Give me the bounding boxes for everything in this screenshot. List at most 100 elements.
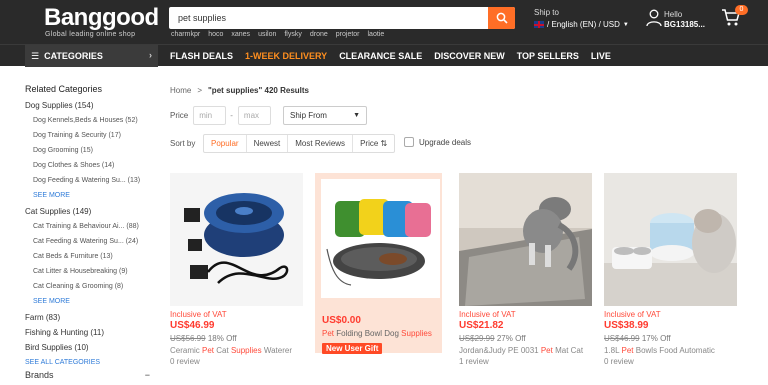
hot-term[interactable]: laotie xyxy=(368,31,385,38)
username: BG13185... xyxy=(664,20,705,29)
hot-term[interactable]: charmkpr xyxy=(171,31,200,38)
nav-live[interactable]: LIVE xyxy=(591,51,611,61)
ship-from-dropdown[interactable]: Ship From ▼ xyxy=(283,106,367,125)
subcategory-item[interactable]: Cat Training & Behaviour Ai... (88) xyxy=(25,219,155,234)
sort-price[interactable]: Price ⇅ xyxy=(353,135,394,152)
nav-discover-new[interactable]: DISCOVER NEW xyxy=(434,51,505,61)
search-input[interactable] xyxy=(169,7,488,29)
subcategory-item[interactable]: Dog Grooming (15) xyxy=(25,143,155,158)
product-price: US$21.82 xyxy=(459,320,504,331)
chevron-down-icon: ▼ xyxy=(353,112,360,119)
user-icon xyxy=(646,9,662,27)
sort-most-reviews[interactable]: Most Reviews xyxy=(288,135,354,152)
new-user-gift-badge: New User Gift xyxy=(322,343,383,354)
subcategory-item[interactable]: Dog Training & Security (17) xyxy=(25,128,155,143)
original-price-row: US$46.99 17% Off xyxy=(604,334,671,343)
upgrade-deals-checkbox[interactable] xyxy=(404,137,414,147)
title-part: Waterer xyxy=(261,346,292,355)
hot-term[interactable]: flysky xyxy=(284,31,302,38)
category-fishing-hunting[interactable]: Fishing & Hunting (11) xyxy=(25,325,155,340)
subcategory-item[interactable]: Cat Cleaning & Grooming (8) xyxy=(25,279,155,294)
search-box xyxy=(169,7,515,29)
brands-filter-header[interactable]: Brands − xyxy=(25,370,150,380)
price-label: Price xyxy=(170,111,189,120)
price-range-dash: - xyxy=(230,111,233,120)
product-title[interactable]: Ceramic Pet Cat Supplies Waterer xyxy=(170,346,303,355)
product-title[interactable]: Pet Folding Bowl Dog Supplies xyxy=(322,329,442,338)
product-image[interactable] xyxy=(459,173,592,306)
title-part: Folding Bowl Dog xyxy=(334,329,402,338)
discount-percent: 18% Off xyxy=(207,334,237,343)
category-dog-supplies[interactable]: Dog Supplies (154) xyxy=(25,98,155,113)
subcategory-item[interactable]: Cat Beds & Furniture (13) xyxy=(25,249,155,264)
review-count: 0 review xyxy=(170,357,200,366)
breadcrumb-home[interactable]: Home xyxy=(170,86,191,95)
discount-percent: 27% Off xyxy=(496,334,526,343)
chevron-down-icon: ▼ xyxy=(622,21,629,28)
product-card[interactable]: Inclusive of VAT US$46.99 US$56.99 18% O… xyxy=(170,173,303,385)
vat-note: Inclusive of VAT xyxy=(604,310,661,319)
folding-bowls-image xyxy=(321,179,440,298)
hot-term[interactable]: projetor xyxy=(336,31,360,38)
product-card[interactable]: Inclusive of VAT US$38.99 US$46.99 17% O… xyxy=(604,173,737,385)
product-image[interactable] xyxy=(170,173,303,306)
product-card[interactable]: Inclusive of VAT US$21.82 US$29.99 27% O… xyxy=(459,173,592,385)
related-categories-title: Related Categories xyxy=(25,84,103,94)
hamburger-icon: ☰ xyxy=(31,50,40,61)
product-image[interactable] xyxy=(604,173,737,306)
subcategory-item[interactable]: Cat Litter & Housebreaking (9) xyxy=(25,264,155,279)
nav-top-sellers[interactable]: TOP SELLERS xyxy=(517,51,579,61)
subcategory-item[interactable]: Dog Kennels,Beds & Houses (52) xyxy=(25,113,155,128)
search-icon xyxy=(496,12,508,24)
nav-1-week-delivery[interactable]: 1-WEEK DELIVERY xyxy=(245,51,327,61)
sort-popular[interactable]: Popular xyxy=(204,135,247,152)
product-title[interactable]: Jordan&Judy PE 0031 Pet Mat Cat xyxy=(459,346,592,355)
original-price: US$46.99 xyxy=(604,334,640,343)
site-logo[interactable]: Banggood xyxy=(44,4,159,32)
price-max-input[interactable]: max xyxy=(237,106,271,125)
hot-term[interactable]: drone xyxy=(310,31,328,38)
main-nav: ☰ CATEGORIES › FLASH DEALS 1-WEEK DELIVE… xyxy=(0,44,768,67)
price-min-input[interactable]: min xyxy=(193,106,227,125)
subcategory-item[interactable]: Cat Feeding & Watering Su... (24) xyxy=(25,234,155,249)
hot-term[interactable]: hoco xyxy=(208,31,223,38)
sort-by-label: Sort by xyxy=(170,139,196,148)
hot-term[interactable]: usilon xyxy=(258,31,276,38)
title-part: Jordan&Judy PE 0031 xyxy=(459,346,541,355)
ship-from-label: Ship From xyxy=(290,111,327,120)
subcategory-item[interactable]: Dog Clothes & Shoes (14) xyxy=(25,158,155,173)
original-price: US$56.99 xyxy=(170,334,206,343)
nav-clearance-sale[interactable]: CLEARANCE SALE xyxy=(339,51,422,61)
product-image[interactable] xyxy=(321,179,440,298)
categories-menu-button[interactable]: ☰ CATEGORIES › xyxy=(25,45,158,67)
title-keyword: Pet xyxy=(202,346,215,355)
sort-newest[interactable]: Newest xyxy=(247,135,289,152)
hot-term[interactable]: xanes xyxy=(231,31,250,38)
ship-to-selector[interactable]: Ship to / English (EN) / USD ▼ xyxy=(534,8,629,29)
title-part: Mat Cat xyxy=(552,346,584,355)
dog-see-more-link[interactable]: SEE MORE xyxy=(25,188,155,204)
upgrade-deals-toggle[interactable]: Upgrade deals xyxy=(404,137,471,147)
title-part: Bowls Food Automatic xyxy=(633,346,715,355)
product-price: US$0.00 xyxy=(322,315,361,326)
see-all-categories-link[interactable]: SEE ALL CATEGORIES xyxy=(25,355,155,371)
categories-label: CATEGORIES xyxy=(44,51,103,61)
title-part: 1.8L xyxy=(604,346,622,355)
original-price: US$29.99 xyxy=(459,334,495,343)
discount-percent: 17% Off xyxy=(641,334,671,343)
search-button[interactable] xyxy=(488,7,515,29)
ship-to-label: Ship to xyxy=(534,8,559,17)
cat-see-more-link[interactable]: SEE MORE xyxy=(25,294,155,310)
review-count: 1 review xyxy=(459,357,489,366)
category-farm[interactable]: Farm (83) xyxy=(25,310,155,325)
product-price: US$46.99 xyxy=(170,320,215,331)
product-title[interactable]: 1.8L Pet Bowls Food Automatic xyxy=(604,346,737,355)
category-cat-supplies[interactable]: Cat Supplies (149) xyxy=(25,204,155,219)
nav-flash-deals[interactable]: FLASH DEALS xyxy=(170,51,233,61)
subcategory-item[interactable]: Dog Feeding & Watering Su... (13) xyxy=(25,173,155,188)
category-bird-supplies[interactable]: Bird Supplies (10) xyxy=(25,340,155,355)
title-keyword: Pet xyxy=(621,346,634,355)
vat-note: Inclusive of VAT xyxy=(170,310,227,319)
product-card[interactable]: US$0.00 Pet Folding Bowl Dog Supplies Ne… xyxy=(315,173,448,385)
collapse-icon[interactable]: − xyxy=(145,370,150,380)
